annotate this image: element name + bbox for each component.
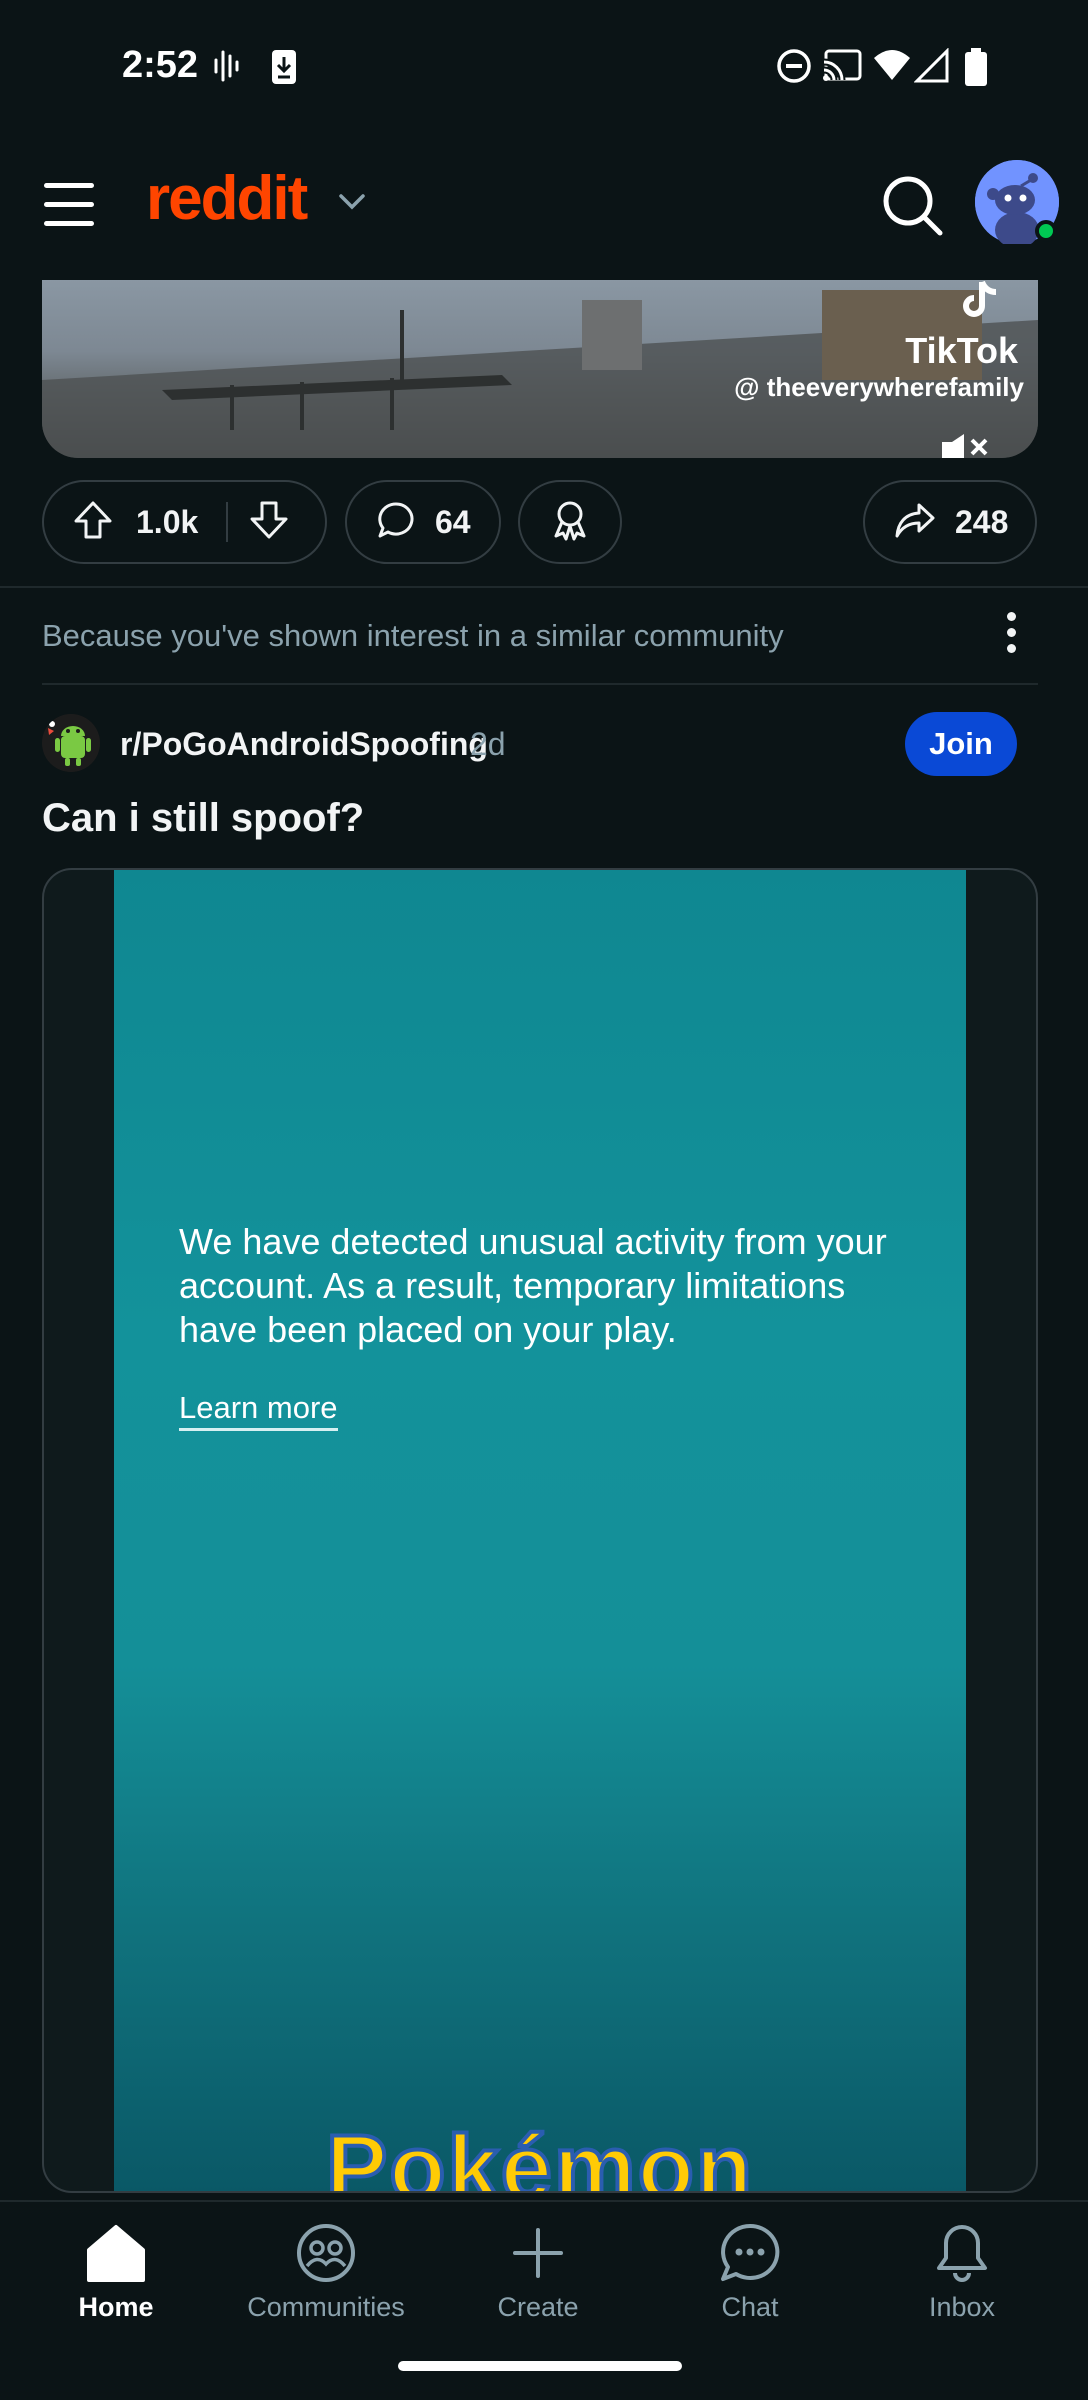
wifi-icon <box>872 48 912 89</box>
home-icon <box>87 2225 145 2282</box>
chevron-down-icon[interactable] <box>338 193 366 216</box>
media-learn-more: Learn more <box>179 1390 338 1431</box>
download-icon <box>270 48 298 91</box>
upvote-icon[interactable] <box>72 499 114 546</box>
avatar[interactable] <box>975 160 1059 248</box>
comment-count: 64 <box>435 503 471 540</box>
media-image: We have detected unusual activity from y… <box>114 870 966 2193</box>
pokemon-logo: Pokémon <box>324 2115 755 2193</box>
online-status-dot <box>1035 220 1057 242</box>
cast-icon <box>822 48 862 89</box>
video-thumbnail[interactable]: TikTok @ theeverywherefamily <box>42 280 1038 458</box>
nav-inbox-label: Inbox <box>928 2292 996 2322</box>
nav-create-label: Create <box>497 2292 579 2322</box>
share-icon <box>893 499 937 546</box>
award-icon <box>548 498 592 547</box>
vote-divider <box>226 502 229 542</box>
share-count: 248 <box>955 503 1009 540</box>
status-bar: 2:52 <box>0 0 1088 135</box>
recommendation-divider <box>42 683 1038 685</box>
battery-icon <box>964 48 988 91</box>
award-button[interactable] <box>518 480 622 564</box>
nav-communities[interactable]: Communities <box>236 2222 416 2352</box>
post-age: 2d <box>470 726 506 762</box>
voicemail-wave-icon <box>212 48 242 89</box>
subreddit-name[interactable]: r/PoGoAndroidSpoofing <box>120 726 488 763</box>
plus-icon <box>513 2228 563 2278</box>
hamburger-menu-icon[interactable] <box>44 183 100 231</box>
mute-icon[interactable] <box>938 434 994 458</box>
more-options-icon[interactable] <box>996 612 1026 660</box>
post-media[interactable]: We have detected unusual activity from y… <box>42 868 1038 2193</box>
subreddit-icon[interactable] <box>42 714 100 772</box>
vote-control: 1.0k <box>42 480 327 564</box>
tiktok-handle: @ theeverywherefamily <box>734 372 1024 402</box>
status-time: 2:52 <box>122 44 199 86</box>
nav-chat-label: Chat <box>721 2292 779 2322</box>
share-button[interactable]: 248 <box>863 480 1037 564</box>
nav-home-label: Home <box>78 2292 154 2322</box>
nav-communities-label: Communities <box>247 2292 405 2322</box>
bell-icon <box>937 2225 987 2282</box>
post-title[interactable]: Can i still spoof? <box>42 796 364 841</box>
comments-button[interactable]: 64 <box>345 480 501 564</box>
feed-divider <box>0 586 1088 588</box>
home-indicator[interactable] <box>398 2361 682 2371</box>
nav-create[interactable]: Create <box>448 2222 628 2352</box>
do-not-disturb-icon <box>776 48 812 89</box>
recommendation-reason: Because you've shown interest in a simil… <box>42 618 784 653</box>
app-header: reddit <box>0 135 1088 280</box>
communities-icon <box>297 2224 355 2282</box>
media-warning-text: We have detected unusual activity from y… <box>179 1221 887 1350</box>
nav-chat[interactable]: Chat <box>660 2222 840 2352</box>
reddit-logo[interactable]: reddit <box>146 163 308 234</box>
tiktok-watermark: TikTok <box>905 330 1018 371</box>
nav-home[interactable]: Home <box>26 2222 206 2352</box>
join-button[interactable]: Join <box>905 712 1017 776</box>
comment-icon <box>375 499 417 546</box>
tiktok-logo-icon <box>962 280 1002 325</box>
upvote-count: 1.0k <box>136 503 199 540</box>
nav-inbox[interactable]: Inbox <box>872 2222 1052 2352</box>
search-icon[interactable] <box>878 171 948 241</box>
post-action-bar: 1.0k 64 248 <box>0 480 1088 566</box>
signal-icon <box>913 47 950 89</box>
downvote-icon[interactable] <box>248 499 290 546</box>
chat-icon <box>721 2223 780 2281</box>
